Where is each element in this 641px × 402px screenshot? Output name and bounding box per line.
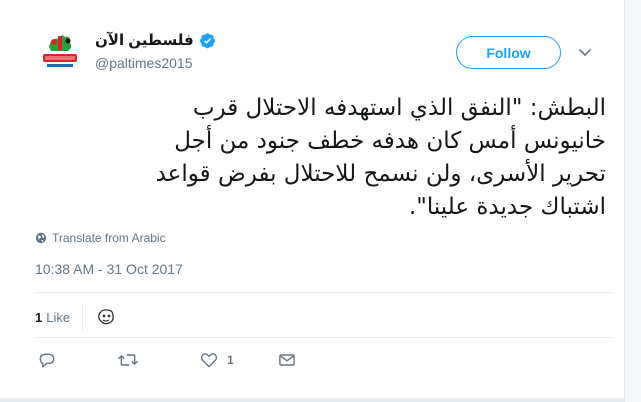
translate-link[interactable]: Translate from Arabic	[35, 231, 166, 245]
divider	[0, 398, 624, 402]
follow-button[interactable]: Follow	[456, 36, 561, 69]
translate-label[interactable]: Translate from Arabic	[52, 231, 166, 245]
tweet-text-line: خانيونس أمس كان هدفه خطف جنود من أجل	[174, 128, 606, 154]
paltimes-logo-icon	[35, 27, 85, 77]
tweet-text: البطش: "النفق الذي استهدفه الاحتلال قرب …	[30, 92, 606, 224]
more-options-chevron-down-icon[interactable]	[577, 44, 593, 60]
divider	[82, 304, 84, 330]
like-count: 1	[227, 353, 234, 367]
tweet-timestamp[interactable]: 10:38 AM - 31 Oct 2017	[35, 261, 183, 277]
likes-count[interactable]: 1	[35, 310, 42, 325]
tweet-text-line: البطش: "النفق الذي استهدفه الاحتلال قرب	[192, 95, 606, 121]
likes-label[interactable]: Like	[46, 310, 70, 325]
tweet-text-line: اشتباك جديدة علينا".	[408, 194, 606, 220]
envelope-icon	[279, 354, 295, 366]
verified-badge-icon	[199, 32, 216, 49]
divider	[35, 292, 613, 293]
heart-icon	[200, 353, 218, 368]
divider	[35, 337, 613, 338]
display-name[interactable]: فلسطين الآن	[95, 31, 194, 49]
likes-summary[interactable]: 1 Like	[35, 304, 118, 330]
avatar[interactable]	[35, 27, 85, 77]
retweet-button[interactable]	[117, 350, 147, 370]
direct-message-button[interactable]	[277, 350, 297, 370]
reply-button[interactable]	[37, 350, 65, 370]
globe-icon	[35, 232, 47, 244]
liker-avatar[interactable]	[95, 306, 118, 328]
tweet-text-line: تحرير الأسرى، ولن نسمح للاحتلال بفرض قوا…	[155, 161, 606, 187]
tweet-actions: 1	[35, 350, 435, 372]
reply-icon	[39, 353, 55, 368]
user-name-block[interactable]: فلسطين الآن @paltimes2015	[95, 31, 295, 71]
retweet-icon	[118, 354, 138, 366]
scrollbar-track[interactable]	[624, 0, 641, 402]
user-handle[interactable]: @paltimes2015	[95, 55, 295, 71]
tweet-card: فلسطين الآن @paltimes2015 Follow البطش: …	[0, 0, 624, 402]
like-button[interactable]: 1	[199, 350, 234, 370]
